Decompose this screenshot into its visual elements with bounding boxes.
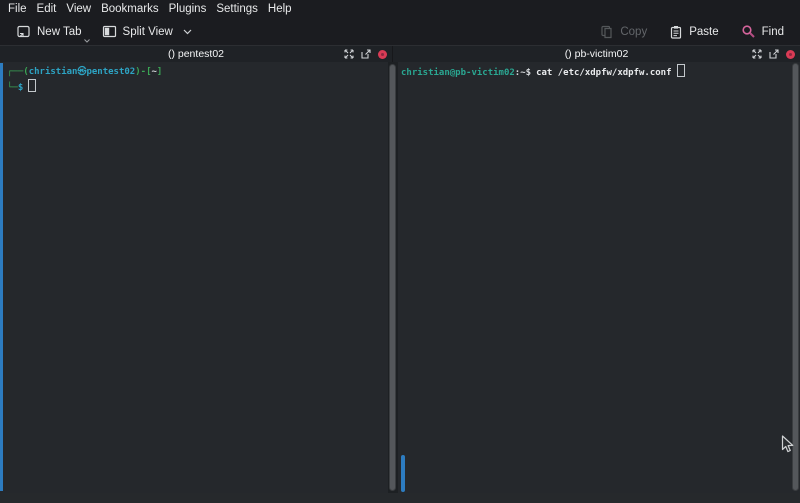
prompt-user-host: christian@pb-victim02 — [401, 68, 515, 78]
expand-view-icon[interactable] — [344, 49, 354, 59]
right-pane-scrollbar[interactable] — [792, 63, 799, 491]
find-icon — [741, 24, 756, 39]
menu-file[interactable]: File — [8, 3, 36, 15]
find-label: Find — [762, 26, 784, 38]
prompt-user-host: christian㉿pentest02 — [29, 67, 136, 77]
mouse-cursor-icon — [781, 435, 795, 454]
prompt-frame: )-[ — [135, 67, 151, 77]
expand-view-icon[interactable] — [752, 49, 762, 59]
main-toolbar: New Tab Split View — [0, 18, 800, 45]
split-view-icon — [102, 24, 117, 39]
copy-button[interactable]: Copy — [594, 22, 653, 42]
toolbar-right-group: Copy Paste — [594, 21, 790, 42]
close-dot-inner — [381, 53, 384, 56]
menu-bookmarks[interactable]: Bookmarks — [101, 3, 168, 15]
menu-settings[interactable]: Settings — [216, 3, 267, 15]
chevron-down-icon — [183, 29, 192, 35]
right-view-header[interactable]: () pb-victim02 — [393, 46, 800, 62]
terminal-pane-pb-victim02[interactable]: christian@pb-victim02:~$ cat /etc/xdpfw/x… — [398, 62, 800, 493]
copy-label: Copy — [620, 26, 647, 38]
paste-label: Paste — [689, 26, 718, 38]
menu-help[interactable]: Help — [268, 3, 301, 15]
terminal-pane-pentest02[interactable]: ┌──(christian㉿pentest02)-[~] └─$ — [0, 62, 388, 493]
prompt-suffix: :~$ — [515, 68, 531, 78]
paste-button[interactable]: Paste — [663, 22, 724, 42]
split-drag-handle[interactable] — [389, 64, 396, 491]
left-pane-scrollbar[interactable] — [0, 63, 3, 491]
terminal-cursor — [677, 64, 685, 77]
copy-icon — [600, 25, 614, 39]
right-header-icons — [752, 46, 795, 62]
terminal-split-area: ┌──(christian㉿pentest02)-[~] └─$ christi… — [0, 62, 800, 493]
split-view-label: Split View — [123, 26, 173, 38]
prompt-frame: ] — [157, 67, 162, 77]
paste-icon — [669, 25, 683, 39]
close-view-button[interactable] — [786, 50, 795, 59]
left-view-title: () pentest02 — [168, 48, 224, 60]
bash-prompt-line: christian@pb-victim02:~$ cat /etc/xdpfw/x… — [401, 64, 790, 80]
menu-bar: File Edit View Bookmarks Plugins Setting… — [0, 0, 800, 18]
prompt-symbol: $ — [18, 83, 23, 93]
typed-command: cat /etc/xdpfw/xdpfw.conf — [536, 68, 671, 78]
left-header-icons — [344, 46, 387, 62]
konsole-window: File Edit View Bookmarks Plugins Setting… — [0, 0, 800, 503]
right-view-title: () pb-victim02 — [565, 48, 629, 60]
terminal-cursor — [28, 79, 36, 92]
split-view-button[interactable]: Split View — [96, 21, 198, 42]
split-header-bar: () pentest02 — [0, 45, 800, 62]
kali-prompt-line-2: └─$ — [7, 79, 384, 95]
menu-view[interactable]: View — [66, 3, 100, 15]
new-tab-icon — [16, 24, 31, 39]
new-tab-submenu-chevron-icon — [84, 39, 90, 43]
left-view-header[interactable]: () pentest02 — [0, 46, 393, 62]
prompt-frame: └─ — [7, 83, 18, 93]
new-tab-label: New Tab — [37, 26, 82, 38]
prompt-frame: ┌──( — [7, 67, 29, 77]
new-tab-button[interactable]: New Tab — [10, 21, 88, 42]
close-dot-inner — [789, 53, 792, 56]
menu-edit[interactable]: Edit — [37, 3, 66, 15]
detach-view-icon[interactable] — [361, 49, 371, 59]
right-pane-scroll-thumb[interactable] — [401, 455, 405, 492]
menu-plugins[interactable]: Plugins — [169, 3, 216, 15]
kali-prompt-line-1: ┌──(christian㉿pentest02)-[~] — [7, 66, 384, 79]
find-button[interactable]: Find — [735, 21, 790, 42]
close-view-button[interactable] — [378, 50, 387, 59]
detach-view-icon[interactable] — [769, 49, 779, 59]
